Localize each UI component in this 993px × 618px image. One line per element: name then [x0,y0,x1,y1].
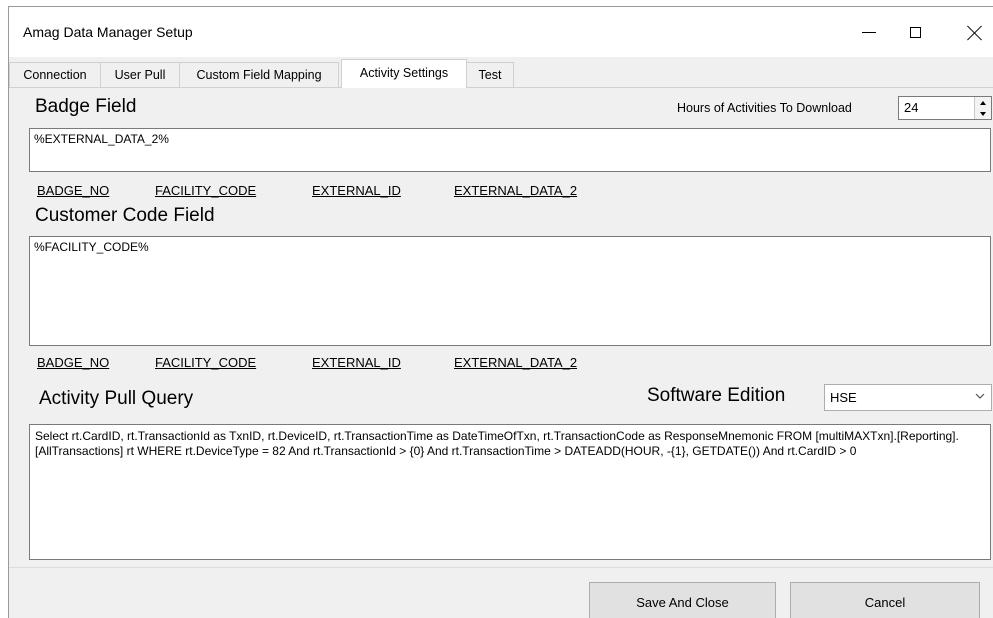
spin-down-button[interactable] [975,108,991,119]
customer-code-input[interactable]: %FACILITY_CODE% [29,236,991,346]
tab-connection[interactable]: Connection [9,62,101,87]
badge-token-facility-code[interactable]: FACILITY_CODE [155,183,256,198]
tab-custom-field-mapping[interactable]: Custom Field Mapping [179,62,339,87]
arrow-up-icon [980,100,986,105]
tab-strip: Connection User Pull Custom Field Mappin… [9,57,993,88]
minimize-icon [862,31,876,33]
badge-token-external-data-2[interactable]: EXTERNAL_DATA_2 [454,183,577,198]
hours-label: Hours of Activities To Download [677,101,852,115]
customer-token-external-data-2[interactable]: EXTERNAL_DATA_2 [454,355,577,370]
badge-field-input[interactable]: %EXTERNAL_DATA_2% [29,128,991,172]
maximize-icon [909,26,921,38]
badge-field-heading: Badge Field [35,96,137,117]
minimize-button[interactable] [844,7,894,57]
activity-settings-page: Badge Field Hours of Activities To Downl… [9,87,993,560]
arrow-down-icon [980,111,986,116]
software-edition-value: HSE [830,390,857,405]
save-and-close-button[interactable]: Save And Close [589,582,776,618]
title-bar: Amag Data Manager Setup [9,7,993,57]
hours-spin-buttons [974,97,991,119]
setup-window: Amag Data Manager Setup Connection User … [8,6,993,618]
tab-test[interactable]: Test [466,62,514,87]
badge-token-external-id[interactable]: EXTERNAL_ID [312,183,401,198]
hours-stepper[interactable]: 24 [898,96,992,120]
tab-user-pull[interactable]: User Pull [100,62,180,87]
badge-token-badge-no[interactable]: BADGE_NO [37,183,109,198]
dialog-footer: Save And Close Cancel [9,567,993,618]
tab-activity-settings[interactable]: Activity Settings [341,59,467,88]
customer-token-facility-code[interactable]: FACILITY_CODE [155,355,256,370]
customer-code-heading: Customer Code Field [35,205,215,226]
activity-query-heading: Activity Pull Query [39,388,194,409]
maximize-button[interactable] [890,7,940,57]
close-icon [967,25,982,40]
customer-token-external-id[interactable]: EXTERNAL_ID [312,355,401,370]
close-button[interactable] [949,7,993,57]
window-title: Amag Data Manager Setup [23,24,193,40]
software-edition-label: Software Edition [647,385,786,406]
customer-token-badge-no[interactable]: BADGE_NO [37,355,109,370]
chevron-down-icon [975,393,985,399]
cancel-button[interactable]: Cancel [790,582,980,618]
software-edition-select[interactable]: HSE [824,384,992,411]
activity-query-input[interactable]: Select rt.CardID, rt.TransactionId as Tx… [29,424,991,560]
hours-value: 24 [904,100,919,115]
